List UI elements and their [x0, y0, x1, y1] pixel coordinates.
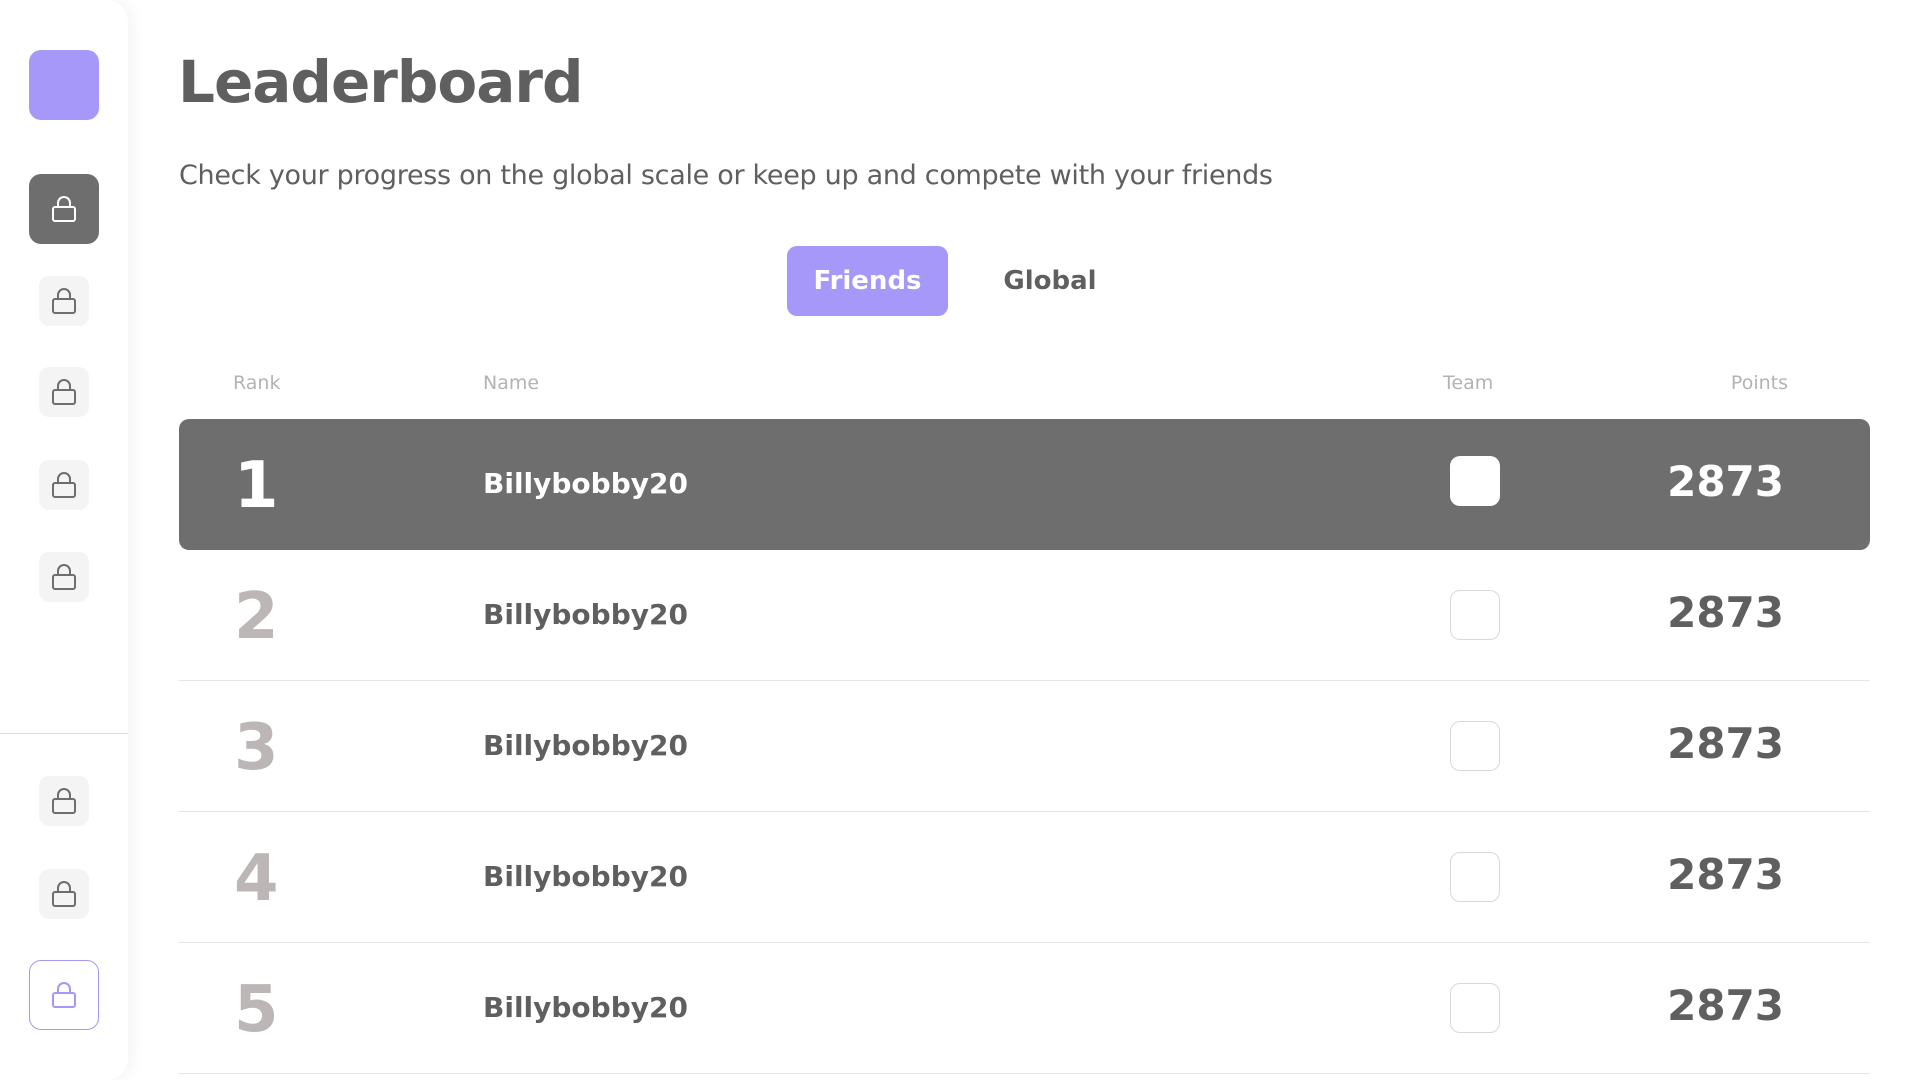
page-subtitle: Check your progress on the global scale … [179, 160, 1273, 191]
table-row[interactable]: 4 Billybobby20 2873 [179, 812, 1870, 943]
row-rank: 5 [234, 973, 279, 1047]
lock-icon [51, 471, 77, 499]
leaderboard-tabs: Friends Global [787, 246, 1126, 316]
header-team: Team [1443, 372, 1494, 394]
sidebar-divider [0, 733, 128, 734]
lock-icon [51, 981, 77, 1009]
sidebar-item-4[interactable] [39, 460, 89, 510]
row-points: 2873 [1667, 850, 1784, 899]
sidebar-item-8[interactable] [29, 960, 99, 1030]
team-badge [1450, 983, 1500, 1033]
sidebar-item-6[interactable] [39, 776, 89, 826]
lock-icon [51, 787, 77, 815]
row-name: Billybobby20 [483, 991, 688, 1024]
team-badge [1450, 852, 1500, 902]
row-name: Billybobby20 [483, 860, 688, 893]
lock-icon [51, 287, 77, 315]
lock-icon [51, 880, 77, 908]
row-points: 2873 [1667, 719, 1784, 768]
row-points: 2873 [1667, 981, 1784, 1030]
sidebar-item-1[interactable] [29, 174, 99, 244]
table-row[interactable]: 3 Billybobby20 2873 [179, 681, 1870, 812]
header-points: Points [1730, 372, 1788, 394]
header-name: Name [483, 372, 540, 394]
lock-icon [51, 563, 77, 591]
row-points: 2873 [1667, 457, 1784, 506]
table-row[interactable]: 2 Billybobby20 2873 [179, 550, 1870, 681]
row-rank: 3 [234, 711, 279, 785]
row-name: Billybobby20 [483, 467, 688, 500]
header-rank: Rank [233, 372, 281, 394]
team-badge [1450, 590, 1500, 640]
leaderboard-table: 1 Billybobby20 2873 2 Billybobby20 2873 … [179, 419, 1870, 1074]
tab-friends[interactable]: Friends [787, 246, 948, 316]
team-badge [1450, 456, 1500, 506]
sidebar-item-7[interactable] [39, 869, 89, 919]
page-title: Leaderboard [178, 48, 584, 116]
app-logo[interactable] [29, 50, 99, 120]
lock-icon [51, 195, 77, 223]
row-points: 2873 [1667, 588, 1784, 637]
table-row[interactable]: 1 Billybobby20 2873 [179, 419, 1870, 550]
sidebar-item-2[interactable] [39, 276, 89, 326]
sidebar-item-5[interactable] [39, 552, 89, 602]
table-row[interactable]: 5 Billybobby20 2873 [179, 943, 1870, 1074]
row-rank: 2 [234, 580, 279, 654]
table-header: Rank Name Team Points [178, 372, 1870, 402]
lock-icon [51, 378, 77, 406]
app-root: Leaderboard Check your progress on the g… [0, 0, 1920, 1080]
row-rank: 4 [234, 842, 279, 916]
team-badge [1450, 721, 1500, 771]
sidebar [0, 0, 128, 1080]
row-name: Billybobby20 [483, 598, 688, 631]
row-rank: 1 [234, 449, 279, 523]
tab-global[interactable]: Global [974, 246, 1126, 316]
row-name: Billybobby20 [483, 729, 688, 762]
sidebar-item-3[interactable] [39, 367, 89, 417]
